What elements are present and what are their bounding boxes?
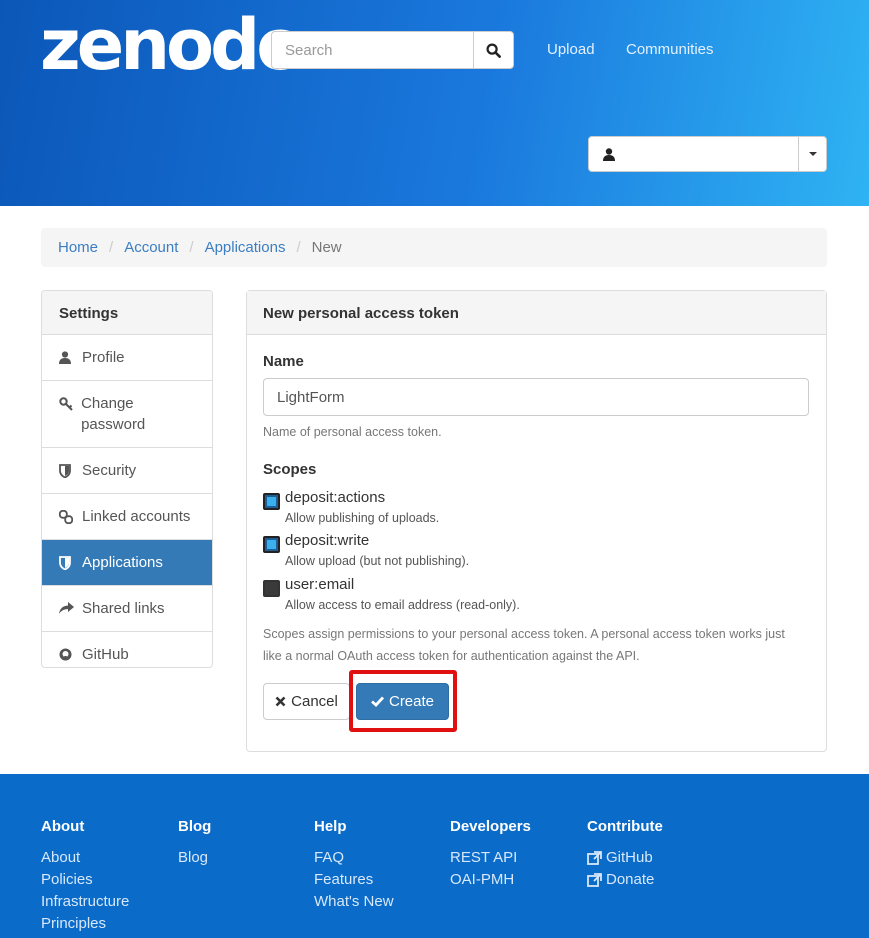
site-header: zenodo Upload Communities [0, 0, 869, 206]
footer-link[interactable]: Features [314, 869, 394, 891]
sidebar-item-label: Linked accounts [82, 508, 191, 525]
sidebar-item-linked-accounts[interactable]: Linked accounts [42, 494, 212, 540]
sidebar-item-profile[interactable]: Profile [42, 335, 212, 381]
scope-description: Allow publishing of uploads. [285, 511, 440, 525]
key-icon [59, 393, 74, 414]
sidebar-item-github[interactable]: GitHub [42, 632, 212, 667]
external-link-icon [587, 851, 602, 865]
footer-link[interactable]: Blog [178, 847, 211, 869]
sidebar-item-label: Change password [81, 395, 146, 433]
scope-deposit-write: deposit:write Allow upload (but not publ… [263, 531, 469, 568]
search-input[interactable] [271, 31, 473, 69]
footer-link[interactable]: Policies [41, 869, 129, 891]
breadcrumb-home[interactable]: Home [58, 239, 98, 256]
scope-user-email: user:email Allow access to email address… [263, 575, 520, 612]
scope-checkbox[interactable] [263, 580, 280, 597]
sidebar-item-label: Shared links [82, 600, 165, 617]
scope-title: deposit:actions [285, 489, 386, 506]
footer-link[interactable]: REST API [450, 847, 531, 869]
settings-sidebar: Settings Profile Change password Securit… [41, 290, 213, 668]
github-icon [59, 644, 75, 665]
scope-deposit-actions: deposit:actions Allow publishing of uplo… [263, 488, 439, 525]
share-icon [59, 598, 75, 619]
shield-icon [59, 460, 75, 481]
scope-title: deposit:write [285, 532, 370, 549]
scope-checkbox[interactable] [263, 536, 280, 553]
sidebar-item-change-password[interactable]: Change password [42, 381, 212, 448]
user-icon [603, 147, 615, 161]
search-form [271, 31, 514, 69]
site-footer: About About Policies Infrastructure Prin… [0, 774, 869, 938]
footer-link[interactable]: What's New [314, 891, 394, 913]
footer-link[interactable]: About [41, 847, 129, 869]
search-button[interactable] [473, 31, 514, 69]
scopes-help-text: Scopes assign permissions to your person… [263, 627, 785, 663]
new-token-panel: New personal access token Name Name of p… [246, 290, 827, 752]
footer-link-donate[interactable]: Donate [587, 869, 663, 891]
breadcrumb-account[interactable]: Account [124, 239, 178, 256]
close-icon [275, 696, 286, 707]
footer-link[interactable]: OAI-PMH [450, 869, 531, 891]
cancel-button-label: Cancel [291, 693, 338, 710]
sidebar-item-label: GitHub [82, 646, 129, 663]
cancel-button[interactable]: Cancel [263, 683, 350, 720]
nav-upload[interactable]: Upload [547, 41, 595, 58]
panel-title: New personal access token [247, 291, 826, 335]
scope-description: Allow upload (but not publishing). [285, 554, 470, 568]
link-icon [59, 506, 75, 527]
user-menu-button[interactable] [588, 136, 827, 172]
create-button-highlight [349, 670, 457, 732]
user-menu-main[interactable] [589, 137, 798, 171]
footer-link-github[interactable]: GitHub [587, 847, 663, 869]
footer-column-contribute: Contribute GitHub Donate [587, 818, 663, 891]
shield-icon [59, 552, 75, 573]
scope-checkbox[interactable] [263, 493, 280, 510]
sidebar-item-label: Security [82, 462, 137, 479]
zenodo-logo[interactable]: zenodo [40, 10, 304, 80]
sidebar-item-applications[interactable]: Applications [42, 540, 212, 586]
sidebar-title: Settings [42, 291, 212, 335]
external-link-icon [587, 873, 602, 887]
footer-link[interactable]: FAQ [314, 847, 394, 869]
search-icon [486, 42, 501, 58]
breadcrumb-applications[interactable]: Applications [205, 239, 286, 256]
scope-title: user:email [285, 576, 355, 593]
name-label: Name [263, 353, 304, 370]
footer-column-help: Help FAQ Features What's New [314, 818, 394, 913]
footer-link[interactable]: Infrastructure [41, 891, 129, 913]
footer-link[interactable]: Principles [41, 913, 129, 935]
breadcrumb: Home / Account / Applications / New [41, 228, 827, 267]
sidebar-item-label: Profile [82, 349, 125, 366]
sidebar-item-label: Applications [82, 554, 163, 571]
name-help-text: Name of personal access token. [263, 425, 442, 439]
chevron-down-icon [808, 152, 817, 156]
sidebar-item-shared-links[interactable]: Shared links [42, 586, 212, 632]
user-icon [59, 347, 75, 368]
footer-column-developers: Developers REST API OAI-PMH [450, 818, 531, 891]
footer-column-about: About About Policies Infrastructure Prin… [41, 818, 129, 935]
nav-communities[interactable]: Communities [626, 41, 714, 58]
scope-description: Allow access to email address (read-only… [285, 598, 520, 612]
breadcrumb-current: New [311, 239, 342, 256]
footer-column-blog: Blog Blog [178, 818, 211, 869]
user-menu-toggle[interactable] [798, 137, 826, 171]
sidebar-item-security[interactable]: Security [42, 448, 212, 494]
scopes-label: Scopes [263, 461, 317, 478]
token-name-input[interactable] [263, 378, 809, 416]
